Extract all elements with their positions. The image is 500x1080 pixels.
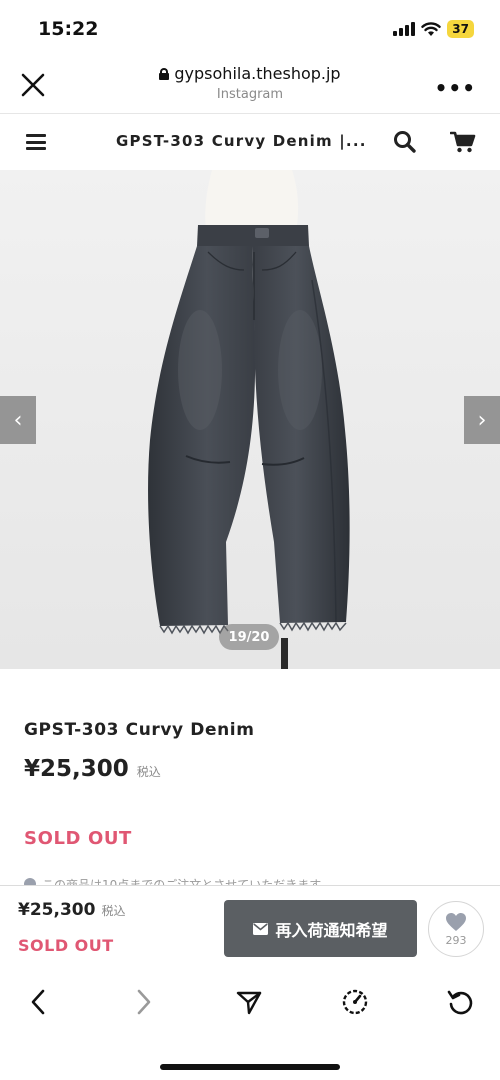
page-title: GPST-303 Curvy Denim |...	[116, 132, 367, 150]
cart-icon	[449, 131, 476, 153]
speed-icon	[342, 989, 368, 1015]
reload-button[interactable]	[443, 985, 477, 1019]
gallery-next-button[interactable]: ›	[464, 396, 500, 444]
mail-icon	[253, 922, 269, 935]
cart-button[interactable]	[449, 130, 476, 154]
forward-button[interactable]	[127, 985, 161, 1019]
search-icon	[394, 131, 416, 153]
product-image-gallery[interactable]: ‹ › 19/20	[0, 170, 500, 669]
bar-price-row: ¥25,300 税込	[18, 900, 125, 920]
like-count: 293	[445, 933, 467, 947]
url-text: gypsohila.theshop.jp	[174, 64, 341, 83]
speed-dial-button[interactable]	[338, 985, 372, 1019]
product-photo	[0, 170, 500, 669]
status-time: 15:22	[38, 18, 99, 40]
more-icon[interactable]: •••	[435, 76, 476, 100]
address-bar[interactable]: gypsohila.theshop.jp Instagram	[100, 64, 400, 102]
site-nav: GPST-303 Curvy Denim |...	[0, 115, 500, 170]
close-icon	[21, 73, 45, 97]
share-icon	[236, 991, 262, 1015]
back-icon	[31, 989, 45, 1015]
share-button[interactable]	[232, 985, 266, 1019]
wifi-icon	[421, 21, 441, 36]
gallery-counter: 19/20	[219, 624, 279, 650]
close-button[interactable]	[18, 70, 48, 100]
gallery-prev-button[interactable]: ‹	[0, 396, 36, 444]
bar-stock-status: SOLD OUT	[18, 936, 114, 955]
reload-icon	[447, 990, 473, 1015]
product-price: ¥25,300	[24, 756, 129, 782]
menu-icon[interactable]	[26, 134, 46, 150]
bar-price: ¥25,300	[18, 900, 96, 920]
heart-icon	[446, 912, 466, 931]
bar-tax-label: 税込	[101, 904, 126, 918]
battery-icon: 37	[447, 20, 474, 38]
forward-icon	[137, 989, 151, 1015]
status-bar: 15:22 37	[0, 0, 500, 56]
purchase-bar: ¥25,300 税込 SOLD OUT 再入荷通知希望 293	[0, 885, 500, 970]
price-row: ¥25,300 税込	[24, 756, 161, 782]
product-name: GPST-303 Curvy Denim	[24, 720, 255, 740]
like-button[interactable]: 293	[428, 901, 484, 957]
restock-notify-label: 再入荷通知希望	[275, 920, 388, 940]
restock-notify-button[interactable]: 再入荷通知希望	[224, 900, 417, 957]
search-button[interactable]	[392, 129, 418, 155]
browser-toolbar	[0, 971, 500, 1035]
url-source: Instagram	[216, 87, 284, 102]
back-button[interactable]	[21, 985, 55, 1019]
tax-label: 税込	[136, 765, 161, 779]
home-indicator[interactable]	[160, 1064, 340, 1070]
browser-header: gypsohila.theshop.jp Instagram •••	[0, 56, 500, 114]
stock-status: SOLD OUT	[24, 828, 132, 849]
signal-icon	[393, 22, 416, 36]
status-icons: 37	[393, 20, 474, 38]
lock-icon	[159, 67, 170, 80]
